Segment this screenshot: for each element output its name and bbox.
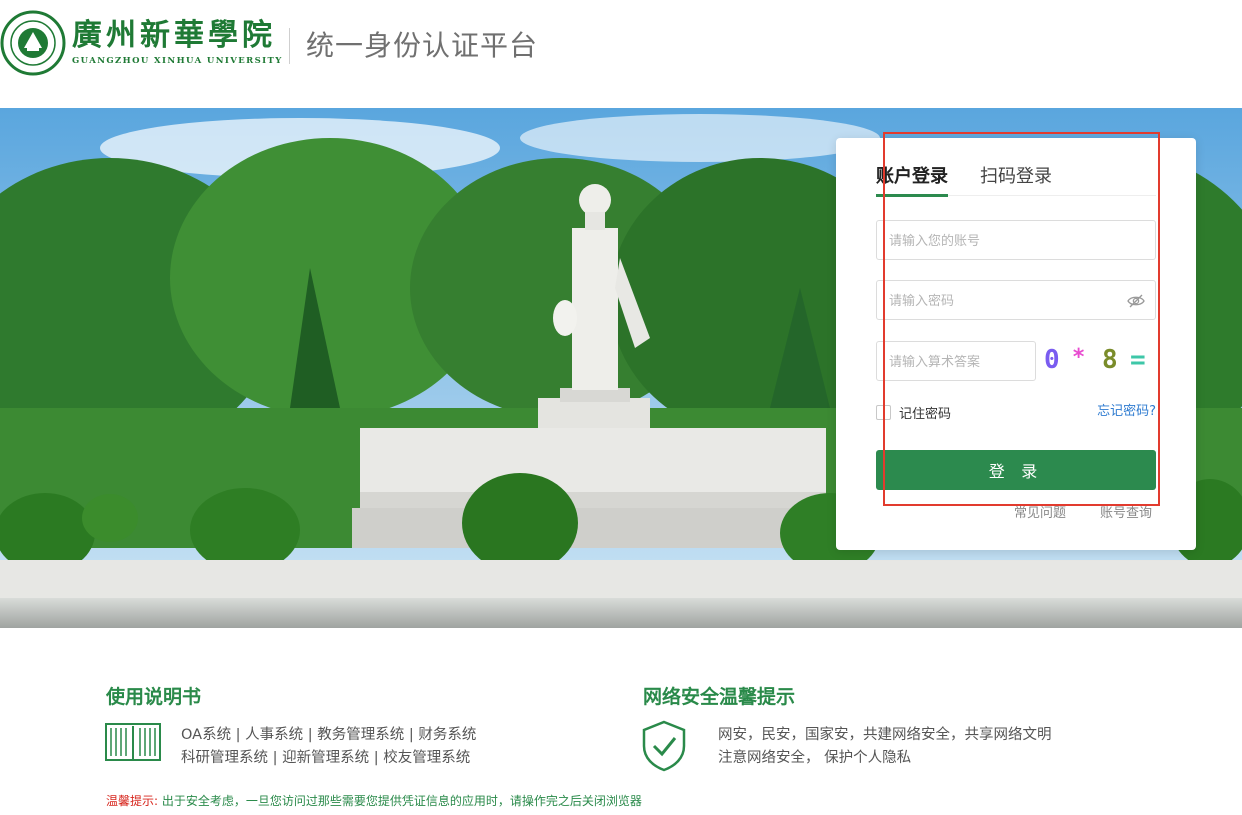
account-input[interactable]	[877, 221, 1155, 259]
captcha-image[interactable]: 0 * 8 =	[1040, 341, 1160, 381]
school-name-en: GUANGZHOU XINHUA UNIVERSITY	[72, 56, 283, 66]
login-tabs: 账户登录 扫码登录	[876, 162, 1156, 197]
login-card: 账户登录 扫码登录 0 * 8 = 记住密码 忘记密码? 登 录 常见问题 账号…	[836, 138, 1196, 550]
school-name: 廣州新華學院	[72, 18, 276, 53]
shield-check-icon	[642, 720, 686, 772]
security-tip: 温馨提示: 出于安全考虑，一旦您访问过那些需要您提供凭证信息的应用时，请操作完之…	[106, 792, 642, 810]
tab-account-login[interactable]: 账户登录	[876, 164, 948, 190]
remember-checkbox[interactable]	[876, 404, 891, 420]
book-icon	[105, 723, 161, 761]
active-tab-indicator	[876, 194, 948, 197]
tip-text: 出于安全考虑，一旦您访问过那些需要您提供凭证信息的应用时，请操作完之后关闭浏览器	[158, 794, 642, 808]
captcha-char: =	[1130, 345, 1146, 375]
guide-title: 使用说明书	[106, 686, 202, 708]
captcha-char: 0	[1044, 345, 1060, 375]
safety-line-2: 注意网络安全， 保护个人隐私	[718, 750, 912, 766]
safety-title: 网络安全温馨提示	[643, 686, 796, 708]
guide-systems-line-1[interactable]: OA系统 | 人事系统 | 教务管理系统 | 财务系统	[181, 724, 476, 746]
captcha-char: 8	[1102, 345, 1118, 375]
captcha-field	[876, 341, 1036, 381]
tip-label: 温馨提示:	[106, 794, 159, 808]
guide-systems-line-2[interactable]: 科研管理系统 | 迎新管理系统 | 校友管理系统	[181, 747, 470, 769]
login-button[interactable]: 登 录	[876, 450, 1156, 490]
platform-title: 统一身份认证平台	[306, 29, 539, 62]
forgot-password-link[interactable]: 忘记密码?	[1097, 402, 1156, 422]
header-divider	[289, 28, 290, 64]
remember-password[interactable]: 记住密码	[876, 402, 951, 422]
faq-link[interactable]: 常见问题	[1014, 502, 1066, 521]
tab-qrcode-login[interactable]: 扫码登录	[980, 164, 1052, 190]
captcha-char: *	[1072, 345, 1086, 370]
header: 廣州新華學院 GUANGZHOU XINHUA UNIVERSITY 统一身份认…	[0, 0, 1242, 108]
password-input[interactable]	[877, 281, 1155, 319]
password-field	[876, 280, 1156, 320]
safety-line-1: 网安，民安，国家安，共建网络安全，共享网络文明	[718, 727, 1052, 743]
captcha-input[interactable]	[877, 342, 1035, 380]
remember-label: 记住密码	[899, 406, 952, 422]
account-field	[876, 220, 1156, 260]
university-seal-icon	[0, 10, 66, 76]
account-query-link[interactable]: 账号查询	[1100, 502, 1152, 521]
eye-off-icon[interactable]	[1127, 292, 1145, 310]
